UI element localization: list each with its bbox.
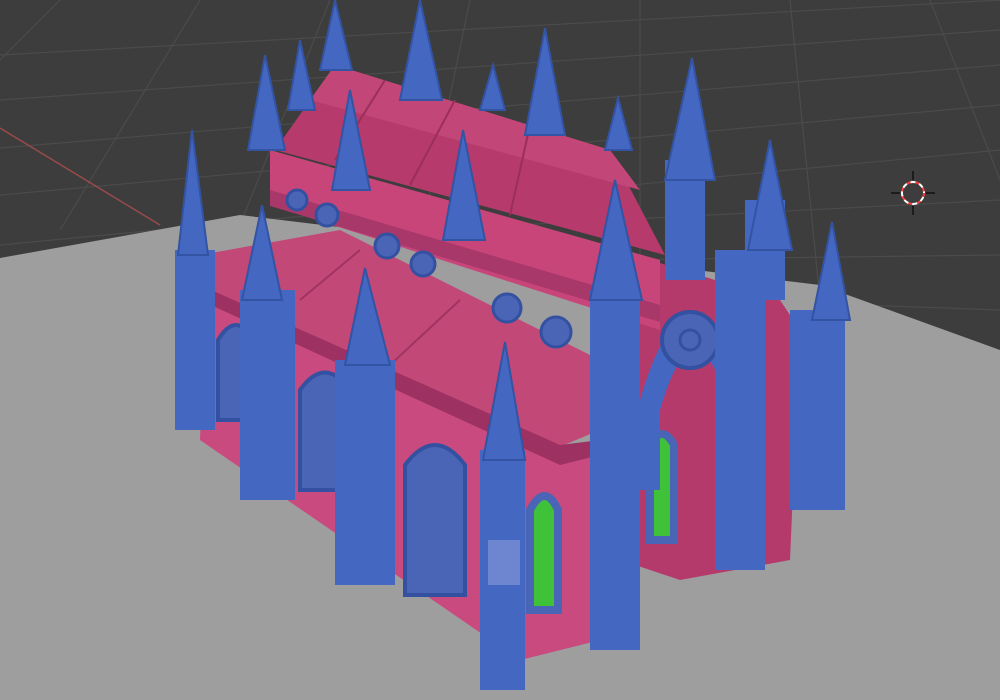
round-window bbox=[491, 292, 523, 324]
3d-viewport[interactable] bbox=[0, 0, 1000, 700]
round-window bbox=[409, 250, 437, 278]
door-left bbox=[526, 492, 562, 614]
buttress-band bbox=[488, 540, 520, 585]
round-window bbox=[285, 188, 309, 212]
gable-rose-window bbox=[660, 310, 720, 370]
round-window bbox=[539, 315, 573, 349]
arched-window bbox=[403, 443, 467, 597]
round-window bbox=[314, 202, 340, 228]
round-window bbox=[373, 232, 401, 260]
